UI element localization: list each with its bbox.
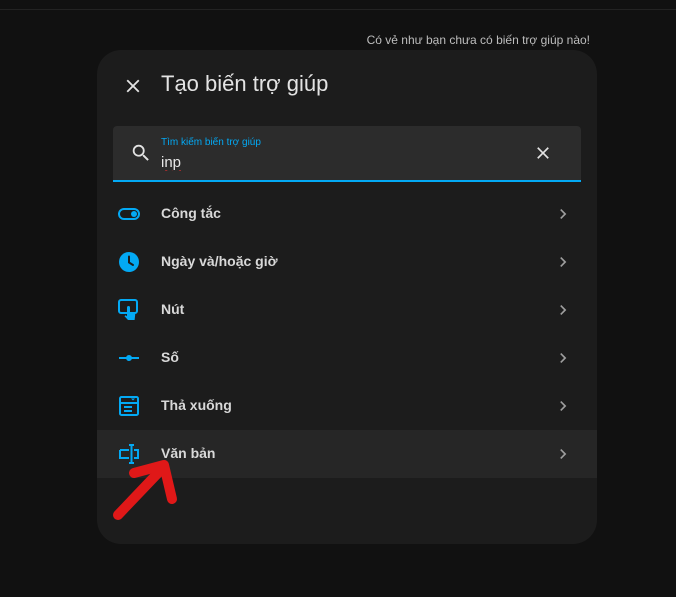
list-item-datetime[interactable]: Ngày và/hoặc giờ bbox=[97, 238, 597, 286]
dialog-title: Tạo biến trợ giúp bbox=[161, 71, 329, 96]
list-item-toggle[interactable]: Công tắc bbox=[97, 190, 597, 238]
toggle-switch-icon bbox=[118, 208, 140, 220]
close-button[interactable] bbox=[119, 72, 147, 100]
clear-search-button[interactable] bbox=[532, 142, 554, 164]
ray-vertex-icon bbox=[119, 355, 139, 361]
list-item-dropdown[interactable]: Thả xuống bbox=[97, 382, 597, 430]
search-input[interactable] bbox=[161, 152, 521, 172]
chevron-right-icon bbox=[560, 305, 567, 315]
list-item-label: Thả xuống bbox=[161, 397, 232, 413]
search-label: Tìm kiếm biến trợ giúp bbox=[161, 137, 261, 148]
chevron-right-icon bbox=[560, 257, 567, 267]
annotation-arrow-icon bbox=[113, 460, 177, 520]
list-item-label: Công tắc bbox=[161, 205, 221, 221]
form-dropdown-icon bbox=[119, 396, 139, 416]
list-item-label: Ngày và/hoặc giờ bbox=[161, 253, 278, 269]
clear-icon bbox=[537, 147, 549, 159]
clock-icon bbox=[119, 252, 139, 272]
chevron-right-icon bbox=[560, 353, 567, 363]
chevron-right-icon bbox=[560, 209, 567, 219]
chevron-right-icon bbox=[560, 449, 567, 459]
close-icon bbox=[126, 79, 140, 93]
search-field[interactable]: Tìm kiếm biến trợ giúp bbox=[113, 126, 581, 182]
list-item-button[interactable]: Nút bbox=[97, 286, 597, 334]
list-item-label: Số bbox=[161, 349, 179, 365]
helper-type-list: Công tắc Ngày và/hoặc giờ Nút Số Thả xuố… bbox=[97, 190, 597, 478]
search-icon bbox=[132, 144, 149, 161]
dialog-header: Tạo biến trợ giúp bbox=[97, 50, 597, 122]
list-item-number[interactable]: Số bbox=[97, 334, 597, 382]
chevron-right-icon bbox=[560, 401, 567, 411]
list-item-label: Nút bbox=[161, 301, 185, 317]
empty-state-message: Có vẻ như bạn chưa có biến trợ giúp nào! bbox=[366, 33, 590, 47]
top-divider bbox=[0, 9, 676, 10]
gesture-tap-button-icon bbox=[118, 299, 138, 320]
